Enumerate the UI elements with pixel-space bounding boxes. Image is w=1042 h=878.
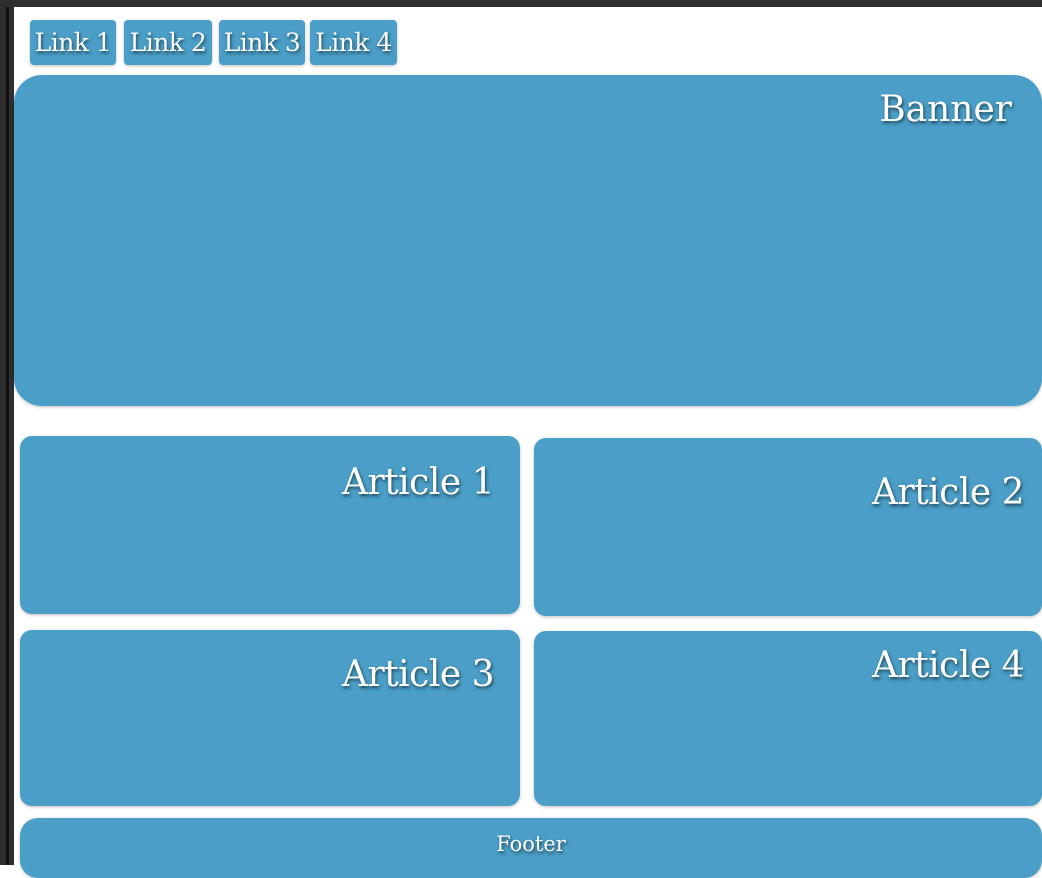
window-top-border <box>0 0 1042 7</box>
article-1-label: Article 1 <box>341 462 495 503</box>
article-1: Article 1 <box>20 436 520 614</box>
article-2: Article 2 <box>534 438 1042 616</box>
window-left-border-line <box>6 7 9 865</box>
banner: Banner <box>14 75 1042 406</box>
footer: Footer <box>20 818 1042 878</box>
article-3-label: Article 3 <box>341 654 495 695</box>
banner-label: Banner <box>879 89 1012 130</box>
nav-link-4[interactable]: Link 4 <box>310 20 397 65</box>
article-3: Article 3 <box>20 630 520 806</box>
nav-link-3[interactable]: Link 3 <box>219 20 305 65</box>
article-4-label: Article 4 <box>871 645 1025 686</box>
article-4: Article 4 <box>534 631 1042 806</box>
window-left-border <box>0 0 14 865</box>
nav-link-2[interactable]: Link 2 <box>124 20 212 65</box>
nav-link-1[interactable]: Link 1 <box>30 20 116 65</box>
article-2-label: Article 2 <box>871 472 1025 513</box>
footer-label: Footer <box>496 832 566 856</box>
